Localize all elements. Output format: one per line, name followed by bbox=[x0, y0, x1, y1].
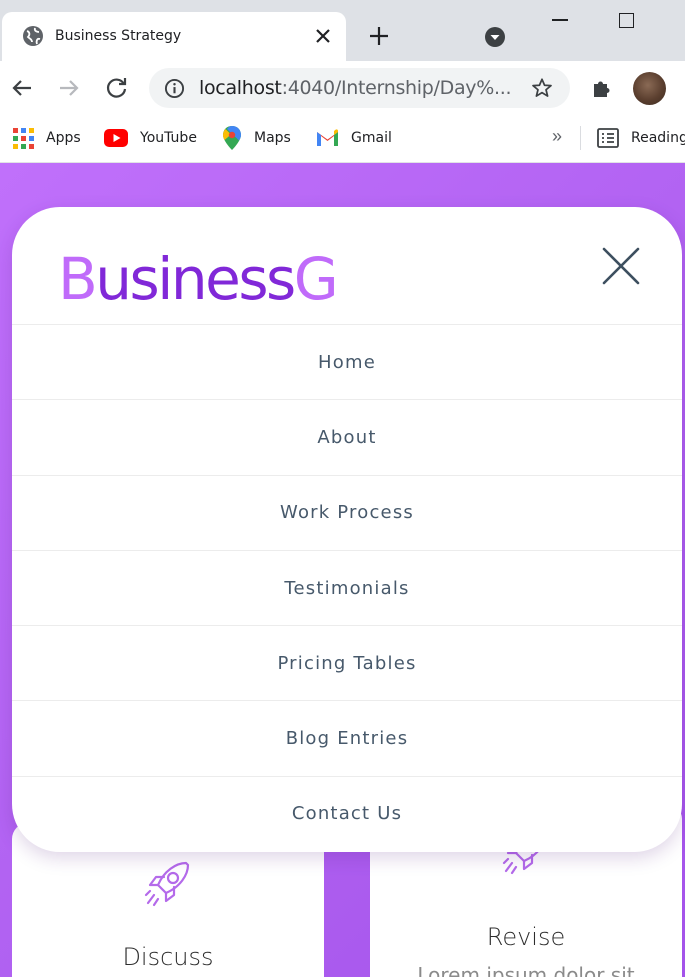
bookmark-maps[interactable]: Maps bbox=[222, 126, 291, 150]
mobile-nav-menu: BusinessG Home About Work Process Testim… bbox=[12, 207, 682, 852]
extensions-puzzle-icon[interactable] bbox=[590, 76, 614, 100]
bookmark-label: YouTube bbox=[140, 130, 197, 146]
bookmark-label: Maps bbox=[254, 130, 291, 146]
card-text: Lorem ipsum dolor sit bbox=[417, 963, 635, 977]
browser-tab[interactable]: Business Strategy bbox=[2, 12, 346, 61]
reload-icon[interactable] bbox=[105, 76, 129, 100]
bookmark-star-icon[interactable] bbox=[531, 77, 553, 99]
page-viewport: Discuss Revise Lorem ipsum dolor sit Bus… bbox=[0, 163, 685, 977]
bookmarks-divider bbox=[580, 126, 581, 150]
youtube-icon bbox=[104, 129, 128, 147]
browser-toolbar: localhost:4040/Internship/Day%... bbox=[0, 61, 685, 115]
maximize-window-icon[interactable] bbox=[619, 13, 634, 28]
address-bar[interactable]: localhost:4040/Internship/Day%... bbox=[149, 68, 570, 108]
profile-avatar[interactable] bbox=[633, 72, 666, 105]
nav-item-pricing-tables[interactable]: Pricing Tables bbox=[12, 625, 682, 700]
site-info-icon[interactable] bbox=[164, 78, 185, 99]
bookmark-apps[interactable]: Apps bbox=[13, 126, 81, 150]
bookmarks-bar: Apps YouTube Maps Gmail » Reading bbox=[0, 115, 685, 163]
minimize-window-icon[interactable] bbox=[552, 19, 568, 21]
close-tab-icon[interactable] bbox=[313, 26, 333, 46]
bookmark-gmail[interactable]: Gmail bbox=[316, 126, 392, 150]
url-host: localhost bbox=[199, 77, 282, 99]
reading-list-label: Reading bbox=[631, 130, 685, 146]
nav-item-home[interactable]: Home bbox=[12, 324, 682, 399]
bookmark-label: Gmail bbox=[351, 130, 392, 146]
logo-letter-g: G bbox=[293, 245, 339, 313]
browser-tab-strip: Business Strategy bbox=[0, 0, 685, 61]
gmail-icon bbox=[317, 129, 338, 146]
card-title: Discuss bbox=[122, 943, 214, 971]
bookmark-label: Apps bbox=[46, 130, 81, 146]
close-menu-icon[interactable] bbox=[600, 245, 642, 287]
bookmarks-overflow-button[interactable]: » bbox=[552, 126, 562, 147]
apps-grid-icon bbox=[13, 127, 34, 149]
nav-item-contact-us[interactable]: Contact Us bbox=[12, 775, 682, 851]
nav-item-blog-entries[interactable]: Blog Entries bbox=[12, 700, 682, 775]
logo-letter-b: B bbox=[58, 245, 98, 313]
nav-item-work-process[interactable]: Work Process bbox=[12, 474, 682, 550]
nav-item-testimonials[interactable]: Testimonials bbox=[12, 549, 682, 625]
forward-arrow-icon[interactable] bbox=[57, 76, 81, 100]
logo-text: usiness bbox=[95, 245, 296, 313]
site-logo[interactable]: BusinessG bbox=[58, 250, 339, 308]
rocket-icon bbox=[144, 861, 190, 907]
bookmark-youtube[interactable]: YouTube bbox=[104, 126, 197, 150]
url-text: localhost:4040/Internship/Day%... bbox=[199, 77, 512, 99]
nav-item-about[interactable]: About bbox=[12, 399, 682, 474]
back-arrow-icon[interactable] bbox=[10, 76, 34, 100]
card-title: Revise bbox=[486, 923, 566, 951]
reading-list-icon bbox=[597, 128, 619, 148]
maps-pin-icon bbox=[223, 126, 241, 150]
tab-search-icon[interactable] bbox=[484, 26, 506, 48]
reading-list-button[interactable]: Reading bbox=[597, 126, 685, 150]
url-path: :4040/Internship/Day%... bbox=[281, 77, 512, 99]
globe-icon bbox=[23, 26, 43, 46]
tab-title: Business Strategy bbox=[55, 28, 182, 44]
nav-links: Home About Work Process Testimonials Pri… bbox=[12, 324, 682, 851]
new-tab-icon[interactable] bbox=[368, 25, 390, 47]
